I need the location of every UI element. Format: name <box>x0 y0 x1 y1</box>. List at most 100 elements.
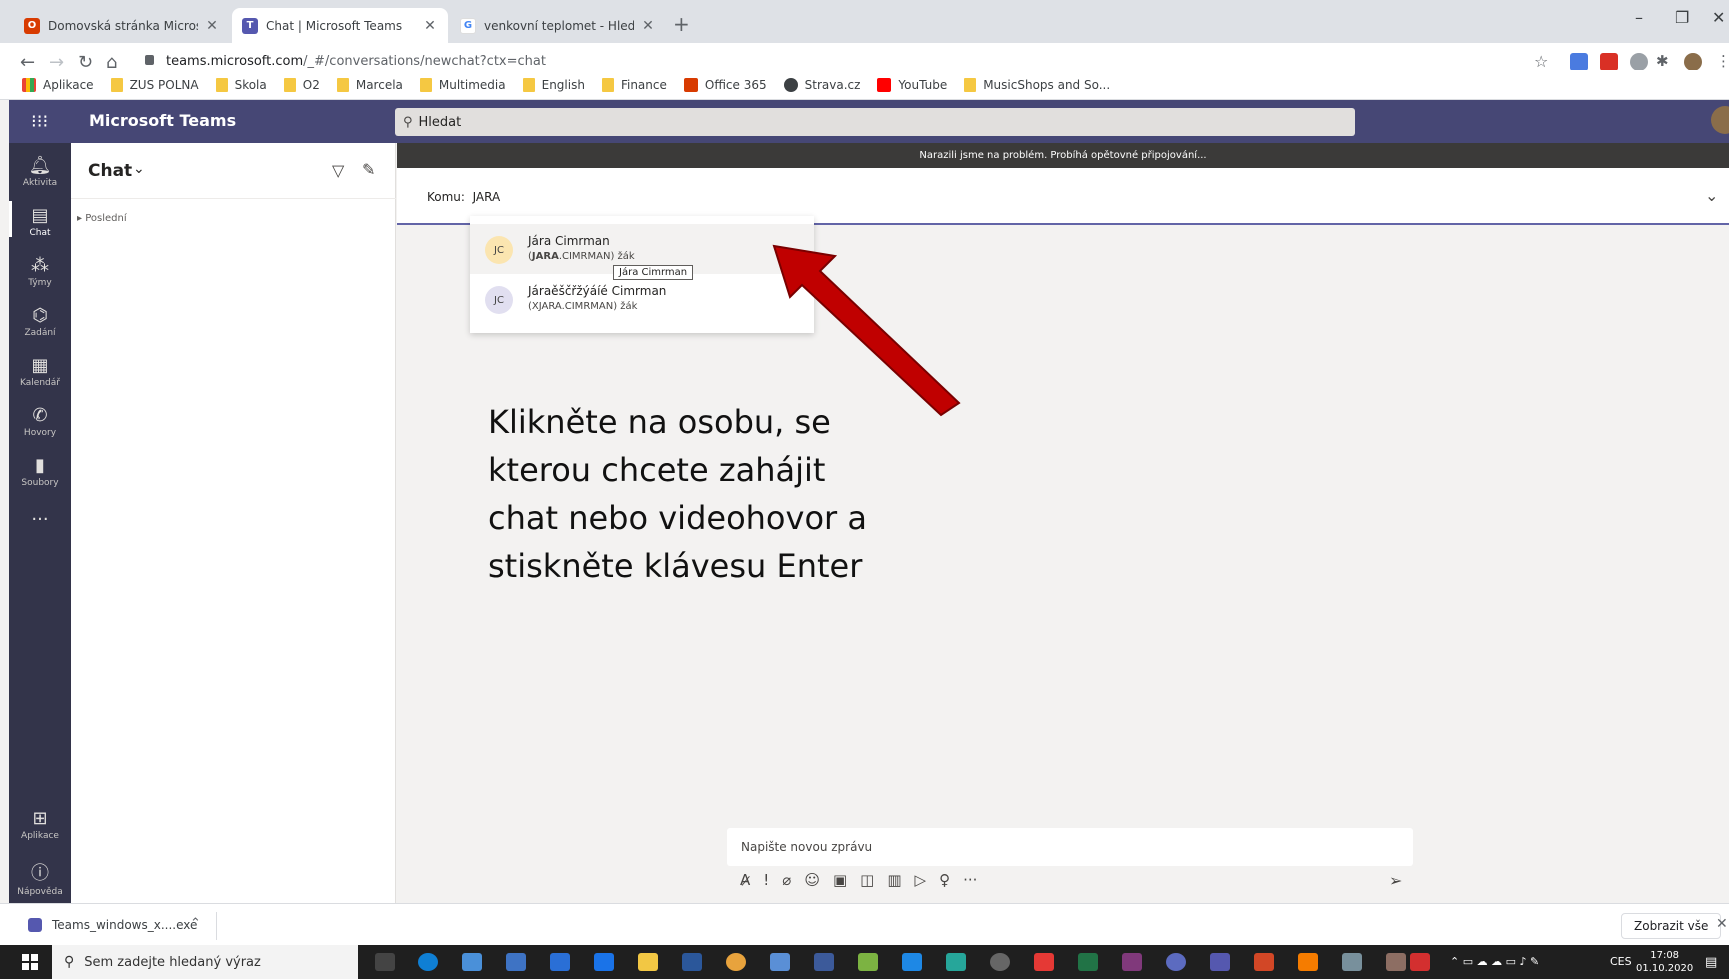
chevron-down-icon[interactable]: ⌄ <box>133 161 145 177</box>
meet-icon[interactable]: ▥ <box>887 871 901 889</box>
extension-icon[interactable] <box>1600 53 1618 71</box>
rail-item-teams[interactable]: ⁂ Týmy <box>9 255 71 288</box>
minimize-button[interactable]: – <box>1635 8 1643 27</box>
close-icon[interactable]: ✕ <box>1716 916 1728 932</box>
taskbar-search[interactable]: ⚲ Sem zadejte hledaný výraz <box>52 945 358 979</box>
app-icon[interactable] <box>990 953 1010 971</box>
app-icon[interactable] <box>770 953 790 971</box>
extension-icon[interactable] <box>1630 53 1648 71</box>
app-icon[interactable] <box>946 953 966 971</box>
store-icon[interactable] <box>550 953 570 971</box>
excel-icon[interactable] <box>1078 953 1098 971</box>
app-icon[interactable] <box>814 953 834 971</box>
chevron-up-icon[interactable]: ⌃ <box>190 916 201 931</box>
gif-icon[interactable]: ▣ <box>833 871 847 889</box>
tab-google[interactable]: G venkovní teplomet - Hledat Goo ✕ <box>450 8 666 43</box>
emoji-icon[interactable]: ☺ <box>804 871 820 889</box>
rail-item-help[interactable]: ⓘ Nápověda <box>9 859 71 897</box>
bookmark-office[interactable]: Office 365 <box>683 77 767 92</box>
to-input[interactable]: JARA <box>473 190 501 204</box>
menu-icon[interactable]: ⋮ <box>1716 52 1729 70</box>
more-apps-icon[interactable]: ··· <box>9 509 71 530</box>
arrow-shape <box>772 244 961 417</box>
save-app-icon[interactable] <box>506 953 526 971</box>
rail-item-calendar[interactable]: ▦ Kalendář <box>9 355 71 388</box>
attach-icon[interactable]: ⌀ <box>782 871 791 889</box>
filter-icon[interactable]: ▽ <box>332 161 344 180</box>
app-icon[interactable] <box>594 953 614 971</box>
bookmark-folder[interactable]: ZUS POLNA <box>110 77 199 92</box>
tray-icons[interactable]: ⌃ ▭ ☁ ☁ ▭ ♪ ✎ <box>1450 955 1539 968</box>
chat-title[interactable]: Chat <box>88 161 132 181</box>
to-field[interactable]: Komu: JARA <box>427 190 500 204</box>
teams-header: ⁝⁝⁝ Microsoft Teams ⚲ Hledat <box>9 100 1729 143</box>
task-view-icon[interactable] <box>375 953 395 971</box>
download-item[interactable]: Teams_windows_x....exe <box>28 918 197 932</box>
bookmark-folder[interactable]: O2 <box>283 77 320 92</box>
app-icon[interactable] <box>1034 953 1054 971</box>
powerpoint-icon[interactable] <box>1254 953 1274 971</box>
app-icon[interactable] <box>1342 953 1362 971</box>
send-icon[interactable]: ➢ <box>1389 871 1402 890</box>
praise-icon[interactable]: ♀ <box>939 871 950 889</box>
file-explorer-icon[interactable] <box>638 953 658 971</box>
bookmark-folder[interactable]: Skola <box>215 77 267 92</box>
language-indicator[interactable]: CES <box>1610 955 1632 968</box>
bookmark-folder[interactable]: English <box>522 77 585 92</box>
bookmark-strava[interactable]: Strava.cz <box>783 77 860 92</box>
bookmark-youtube[interactable]: YouTube <box>877 77 947 92</box>
message-input[interactable]: Napište novou zprávu <box>727 828 1413 866</box>
app-icon[interactable] <box>1386 953 1406 971</box>
acrobat-icon[interactable] <box>1410 953 1430 971</box>
rail-item-chat[interactable]: ▤ Chat <box>9 201 71 238</box>
word-icon[interactable] <box>682 953 702 971</box>
restore-button[interactable]: ❐ <box>1675 8 1689 27</box>
rail-item-assignments[interactable]: ⌬ Zadání <box>9 305 71 338</box>
app-icon[interactable] <box>858 953 878 971</box>
app-launcher-icon[interactable]: ⁝⁝⁝ <box>31 111 48 132</box>
notifications-icon[interactable]: ▤ <box>1705 955 1717 970</box>
close-icon[interactable]: ✕ <box>640 18 656 34</box>
chrome-icon[interactable] <box>726 953 746 971</box>
profile-avatar[interactable] <box>1684 53 1702 71</box>
show-all-button[interactable]: Zobrazit vše <box>1621 913 1722 939</box>
rail-item-files[interactable]: ▮ Soubory <box>9 455 71 488</box>
bookmark-folder[interactable]: Multimedia <box>419 77 506 92</box>
bookmark-folder[interactable]: Finance <box>601 77 667 92</box>
close-icon[interactable]: ✕ <box>204 18 220 34</box>
bookmark-apps[interactable]: Aplikace <box>22 77 94 92</box>
tab-office[interactable]: O Domovská stránka Microsoft Offi ✕ <box>14 8 230 43</box>
chevron-down-icon[interactable]: ⌄ <box>1705 186 1718 205</box>
rail-item-activity[interactable]: 🔔︎ Aktivita <box>9 155 71 188</box>
translate-extension-icon[interactable] <box>1570 53 1588 71</box>
sticker-icon[interactable]: ◫ <box>860 871 874 889</box>
onenote-icon[interactable] <box>1122 953 1142 971</box>
important-icon[interactable]: ! <box>763 871 769 889</box>
close-icon[interactable]: ✕ <box>422 18 438 34</box>
windows-start-icon[interactable] <box>22 954 38 970</box>
rail-item-apps[interactable]: ⊞ Aplikace <box>9 808 71 841</box>
new-tab-button[interactable]: + <box>673 12 690 36</box>
tab-teams[interactable]: T Chat | Microsoft Teams ✕ <box>232 8 448 43</box>
app-icon[interactable] <box>1166 953 1186 971</box>
recent-section[interactable]: ▸ Poslední <box>77 213 127 224</box>
clock[interactable]: 17:08 01.10.2020 <box>1636 949 1693 975</box>
search-input[interactable]: ⚲ Hledat <box>395 108 1355 136</box>
vlc-icon[interactable] <box>1298 953 1318 971</box>
user-avatar[interactable] <box>1711 106 1729 134</box>
bookmark-folder[interactable]: Marcela <box>336 77 403 92</box>
calculator-icon[interactable] <box>462 953 482 971</box>
star-icon[interactable]: ☆ <box>1534 52 1548 71</box>
stream-icon[interactable]: ▷ <box>915 871 927 889</box>
close-window-button[interactable]: ✕ <box>1712 8 1725 27</box>
new-chat-icon[interactable]: ✎ <box>362 160 375 179</box>
more-icon[interactable]: ··· <box>963 871 977 889</box>
puzzle-icon[interactable]: ✱ <box>1656 52 1669 70</box>
bookmark-folder[interactable]: MusicShops and So... <box>964 77 1110 92</box>
format-icon[interactable]: A̷ <box>740 871 750 889</box>
teams-icon[interactable] <box>1210 953 1230 971</box>
outlook-icon[interactable] <box>902 953 922 971</box>
edge-icon[interactable] <box>418 953 438 971</box>
rail-item-calls[interactable]: ✆ Hovory <box>9 405 71 438</box>
url-field[interactable]: teams.microsoft.com/_#/conversations/new… <box>166 54 546 69</box>
